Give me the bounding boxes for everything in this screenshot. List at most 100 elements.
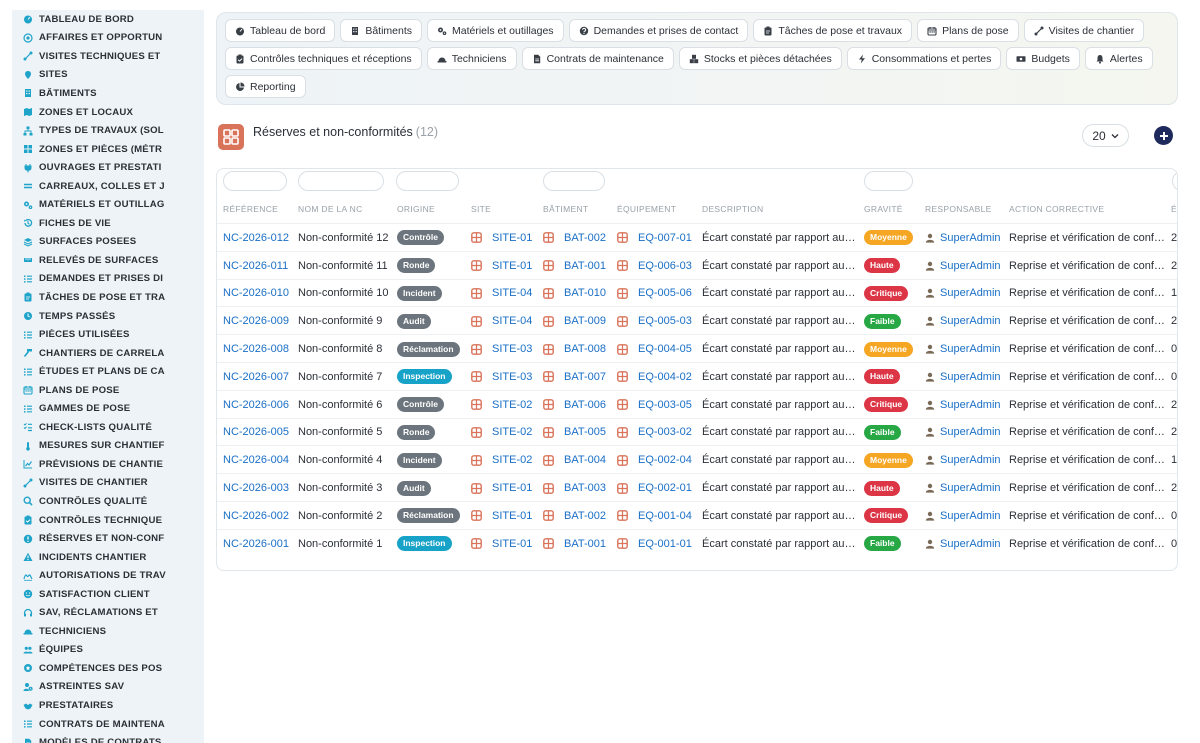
reference-link[interactable]: NC-2026-001 — [223, 538, 289, 550]
column-header[interactable]: GRAVITÉ — [864, 204, 903, 214]
nav-shortcut-button[interactable]: Contrôles techniques et réceptions — [225, 47, 422, 70]
building-link[interactable]: BAT-004 — [564, 454, 606, 466]
column-header[interactable]: DESCRIPTION — [702, 204, 763, 214]
building-link[interactable]: BAT-001 — [564, 538, 606, 550]
table-row[interactable]: NC-2026-012 Non-conformité 12 Contrôle SITE… — [217, 223, 1177, 251]
table-row[interactable]: NC-2026-007 Non-conformité 7 Inspection SIT… — [217, 361, 1177, 390]
column-header[interactable]: RESPONSABLE — [925, 204, 992, 214]
equipment-link[interactable]: EQ-007-01 — [638, 232, 692, 244]
nav-shortcut-button[interactable]: Budgets — [1006, 47, 1080, 70]
sidebar-item[interactable]: MESURES SUR CHANTIEF — [12, 437, 204, 456]
sidebar-item[interactable]: AFFAIRES ET OPPORTUN — [12, 29, 204, 48]
column-header[interactable]: ACTION CORRECTIVE — [1009, 204, 1104, 214]
sidebar-item[interactable]: SAV, RÉCLAMATIONS ET — [12, 604, 204, 623]
equipment-link[interactable]: EQ-002-04 — [638, 454, 692, 466]
owner-link[interactable]: SuperAdmin — [940, 482, 1001, 494]
reference-link[interactable]: NC-2026-009 — [223, 315, 289, 327]
reference-link[interactable]: NC-2026-011 — [223, 260, 288, 272]
sidebar-item[interactable]: TYPES DE TRAVAUX (SOL — [12, 121, 204, 140]
sidebar-item[interactable]: CHECK-LISTS QUALITÉ — [12, 418, 204, 437]
filter-building-input[interactable] — [543, 171, 605, 191]
sidebar-item[interactable]: PIÈCES UTILISÉES — [12, 325, 204, 344]
owner-link[interactable]: SuperAdmin — [940, 287, 1001, 299]
building-link[interactable]: BAT-001 — [564, 260, 606, 272]
sidebar-item[interactable]: ZONES ET LOCAUX — [12, 103, 204, 122]
sidebar-item[interactable]: SURFACES POSEES — [12, 233, 204, 252]
reference-link[interactable]: NC-2026-007 — [223, 371, 289, 383]
column-header[interactable]: É — [1171, 204, 1177, 214]
filter-origin-input[interactable] — [396, 171, 459, 191]
building-link[interactable]: BAT-007 — [564, 371, 606, 383]
nav-shortcut-button[interactable]: Reporting — [225, 75, 306, 98]
nav-shortcut-button[interactable]: Techniciens — [426, 47, 517, 70]
sidebar-item[interactable]: COMPÉTENCES DES POS — [12, 659, 204, 678]
sidebar-item[interactable]: ÉTUDES ET PLANS DE CA — [12, 362, 204, 381]
sidebar-item[interactable]: MATÉRIELS ET OUTILLAG — [12, 195, 204, 214]
sidebar-item[interactable]: OUVRAGES ET PRESTATI — [12, 158, 204, 177]
site-link[interactable]: SITE-01 — [492, 482, 532, 494]
sidebar-item[interactable]: CHANTIERS DE CARRELA — [12, 344, 204, 363]
table-row[interactable]: NC-2026-011 Non-conformité 11 Ronde SITE-01… — [217, 250, 1177, 279]
reference-link[interactable]: NC-2026-006 — [223, 399, 289, 411]
sidebar-item[interactable]: ÉQUIPES — [12, 641, 204, 660]
column-header[interactable]: SITE — [471, 204, 491, 214]
sidebar-item[interactable]: SITES — [12, 66, 204, 85]
sidebar-item[interactable]: BÂTIMENTS — [12, 84, 204, 103]
table-row[interactable]: NC-2026-001 Non-conformité 1 Inspection SIT… — [217, 528, 1177, 557]
sidebar-item[interactable]: TABLEAU DE BORD — [12, 10, 204, 29]
equipment-link[interactable]: EQ-003-02 — [638, 426, 692, 438]
filter-reference-input[interactable] — [223, 171, 287, 191]
nav-shortcut-button[interactable]: Demandes et prises de contact — [568, 19, 749, 42]
site-link[interactable]: SITE-04 — [492, 315, 532, 327]
reference-link[interactable]: NC-2026-012 — [223, 232, 289, 244]
site-link[interactable]: SITE-04 — [492, 287, 532, 299]
sidebar-item[interactable]: TECHNICIENS — [12, 622, 204, 641]
sidebar-item[interactable]: TÂCHES DE POSE ET TRA — [12, 288, 204, 307]
column-header[interactable]: RÉFÉRENCE — [223, 204, 278, 214]
nav-shortcut-button[interactable]: Consommations et pertes — [846, 47, 1002, 70]
nav-shortcut-button[interactable]: Stocks et pièces détachées — [678, 47, 842, 70]
nav-shortcut-button[interactable]: Plans de pose — [917, 19, 1019, 42]
sidebar-item[interactable]: RELEVÉS DE SURFACES — [12, 251, 204, 270]
equipment-link[interactable]: EQ-004-05 — [638, 343, 692, 355]
site-link[interactable]: SITE-02 — [492, 399, 532, 411]
sidebar-item[interactable]: INCIDENTS CHANTIER — [12, 548, 204, 567]
filter-severity-input[interactable] — [864, 171, 913, 191]
table-row[interactable]: NC-2026-005 Non-conformité 5 Ronde SITE-02 B… — [217, 417, 1177, 446]
equipment-link[interactable]: EQ-002-01 — [638, 482, 692, 494]
sidebar-item[interactable]: ASTREINTES SAV — [12, 678, 204, 697]
equipment-link[interactable]: EQ-003-05 — [638, 399, 692, 411]
building-link[interactable]: BAT-009 — [564, 315, 606, 327]
sidebar-item[interactable]: MODÈLES DE CONTRATS — [12, 733, 204, 743]
site-link[interactable]: SITE-01 — [492, 538, 532, 550]
reference-link[interactable]: NC-2026-003 — [223, 482, 289, 494]
reference-link[interactable]: NC-2026-005 — [223, 426, 289, 438]
sidebar-item[interactable]: CONTRÔLES QUALITÉ — [12, 492, 204, 511]
owner-link[interactable]: SuperAdmin — [940, 399, 1001, 411]
sidebar-item[interactable]: CONTRATS DE MAINTENA — [12, 715, 204, 734]
sidebar-item[interactable]: PRESTATAIRES — [12, 696, 204, 715]
sidebar-item[interactable]: ZONES ET PIÈCES (MÉTR — [12, 140, 204, 159]
sidebar-item[interactable]: CARREAUX, COLLES ET J — [12, 177, 204, 196]
nav-shortcut-button[interactable]: Tâches de pose et travaux — [753, 19, 913, 42]
sidebar-item[interactable]: GAMMES DE POSE — [12, 399, 204, 418]
table-row[interactable]: NC-2026-003 Non-conformité 3 Audit SITE-01 B… — [217, 473, 1177, 501]
sidebar-item[interactable]: SATISFACTION CLIENT — [12, 585, 204, 604]
equipment-link[interactable]: EQ-001-04 — [638, 510, 692, 522]
table-row[interactable]: NC-2026-002 Non-conformité 2 Réclamation SI… — [217, 500, 1177, 529]
nav-shortcut-button[interactable]: Visites de chantier — [1023, 19, 1145, 42]
column-header[interactable]: BÂTIMENT — [543, 204, 588, 214]
nav-shortcut-button[interactable]: Tableau de bord — [225, 19, 336, 42]
equipment-link[interactable]: EQ-005-06 — [638, 287, 692, 299]
equipment-link[interactable]: EQ-004-02 — [638, 371, 692, 383]
building-link[interactable]: BAT-005 — [564, 426, 606, 438]
table-row[interactable]: NC-2026-004 Non-conformité 4 Incident SITE-… — [217, 445, 1177, 473]
owner-link[interactable]: SuperAdmin — [940, 510, 1001, 522]
owner-link[interactable]: SuperAdmin — [940, 232, 1001, 244]
sidebar-item[interactable]: PRÉVISIONS DE CHANTIE — [12, 455, 204, 474]
reference-link[interactable]: NC-2026-004 — [223, 454, 289, 466]
filter-extra-input[interactable] — [1172, 171, 1177, 191]
owner-link[interactable]: SuperAdmin — [940, 454, 1001, 466]
owner-link[interactable]: SuperAdmin — [940, 343, 1001, 355]
reference-link[interactable]: NC-2026-002 — [223, 510, 289, 522]
